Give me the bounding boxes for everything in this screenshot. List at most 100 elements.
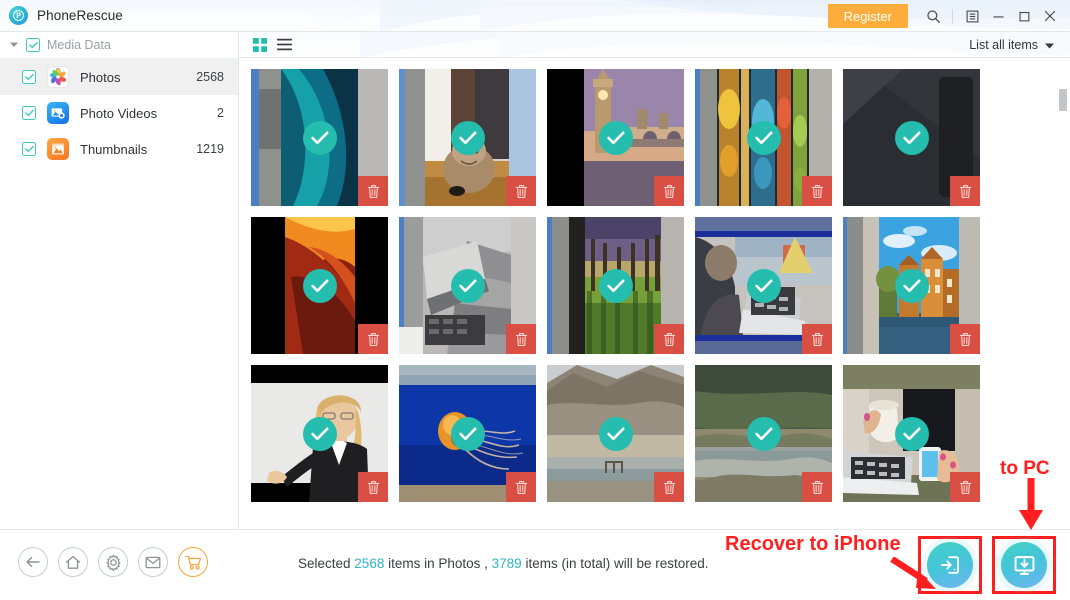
delete-thumbnail-button[interactable]: [358, 176, 388, 206]
phonerescue-logo-icon: P: [9, 6, 28, 25]
mail-icon[interactable]: [138, 547, 168, 577]
grid-view-icon[interactable]: [253, 37, 267, 52]
delete-thumbnail-button[interactable]: [358, 472, 388, 502]
sidebar-item-photo-videos[interactable]: Photo Videos 2: [0, 95, 238, 131]
sidebar-item-count: 2568: [196, 70, 224, 84]
delete-thumbnail-button[interactable]: [802, 324, 832, 354]
register-button[interactable]: Register: [827, 4, 908, 28]
selected-check-icon[interactable]: [598, 416, 633, 451]
selected-check-icon[interactable]: [450, 120, 485, 155]
selected-check-icon[interactable]: [894, 416, 929, 451]
sidebar-item-photos[interactable]: Photos 2568: [0, 59, 238, 95]
close-icon[interactable]: [1037, 0, 1063, 31]
thumbnail-cell[interactable]: [695, 217, 832, 354]
delete-thumbnail-button[interactable]: [654, 176, 684, 206]
thumbnail-cell[interactable]: [399, 365, 536, 502]
view-mode-switch: [253, 37, 292, 52]
thumbnail-cell[interactable]: [399, 217, 536, 354]
delete-thumbnail-button[interactable]: [950, 324, 980, 354]
delete-thumbnail-button[interactable]: [950, 472, 980, 502]
thumbnail-cell[interactable]: [695, 365, 832, 502]
selected-check-icon[interactable]: [894, 120, 929, 155]
toolbar-divider: [952, 8, 953, 24]
list-all-items-dropdown[interactable]: List all items: [969, 38, 1054, 52]
status-selected-count: 2568: [354, 556, 385, 571]
thumbnail-cell[interactable]: [251, 217, 388, 354]
media-data-label: Media Data: [47, 38, 111, 52]
selected-check-icon[interactable]: [302, 416, 337, 451]
selected-check-icon[interactable]: [746, 416, 781, 451]
thumbnail-cell[interactable]: [843, 69, 980, 206]
delete-thumbnail-button[interactable]: [802, 472, 832, 502]
photos-app-icon: [47, 66, 69, 88]
selected-check-icon[interactable]: [302, 268, 337, 303]
sidebar: Media Data Photos 2568 Photo Videos 2 Th…: [0, 32, 239, 529]
thumbnails-checkbox[interactable]: [22, 142, 36, 156]
sidebar-group-media-data[interactable]: Media Data: [0, 32, 238, 59]
maximize-icon[interactable]: [1011, 0, 1037, 31]
delete-thumbnail-button[interactable]: [950, 176, 980, 206]
app-title: PhoneRescue: [37, 8, 123, 23]
chevron-down-icon[interactable]: [1045, 38, 1054, 52]
thumbnail-cell[interactable]: [547, 217, 684, 354]
recover-to-pc-highlight: [992, 536, 1056, 594]
content-area: List all items: [240, 32, 1070, 529]
search-icon[interactable]: [920, 0, 946, 31]
selected-check-icon[interactable]: [598, 268, 633, 303]
delete-thumbnail-button[interactable]: [358, 324, 388, 354]
list-all-items-label: List all items: [969, 37, 1038, 52]
photo-videos-icon: [47, 102, 69, 124]
gear-icon[interactable]: [98, 547, 128, 577]
selected-check-icon[interactable]: [746, 120, 781, 155]
back-icon[interactable]: [18, 547, 48, 577]
thumbnail-cell[interactable]: [843, 365, 980, 502]
selected-check-icon[interactable]: [302, 120, 337, 155]
delete-thumbnail-button[interactable]: [654, 472, 684, 502]
scrollbar-thumb[interactable]: [1059, 89, 1067, 111]
recover-to-device-highlight: [918, 536, 982, 594]
media-data-checkbox[interactable]: [26, 38, 40, 52]
status-suffix: items (in total) will be restored.: [521, 556, 709, 571]
caret-down-icon[interactable]: [9, 40, 19, 50]
selected-check-icon[interactable]: [894, 268, 929, 303]
phonerescue-window: P PhoneRescue Register Media Data Photos…: [0, 0, 1070, 600]
delete-thumbnail-button[interactable]: [506, 472, 536, 502]
sidebar-item-count: 1219: [196, 142, 224, 156]
bottom-icon-group: [18, 547, 208, 577]
content-scrollbar[interactable]: [1059, 89, 1067, 529]
delete-thumbnail-button[interactable]: [654, 324, 684, 354]
selected-check-icon[interactable]: [598, 120, 633, 155]
minimize-icon[interactable]: [985, 0, 1011, 31]
title-bar: P PhoneRescue Register: [0, 0, 1070, 32]
thumbnail-cell[interactable]: [547, 365, 684, 502]
delete-thumbnail-button[interactable]: [506, 324, 536, 354]
thumbnail-grid-container: [240, 59, 1070, 529]
toolbar-wave-decoration: [360, 32, 1070, 57]
menu-icon[interactable]: [959, 0, 985, 31]
delete-thumbnail-button[interactable]: [802, 176, 832, 206]
recover-to-device-icon[interactable]: [927, 542, 973, 588]
selected-check-icon[interactable]: [450, 268, 485, 303]
status-total-count: 3789: [491, 556, 522, 571]
sidebar-item-label: Photos: [80, 69, 121, 85]
photo-videos-checkbox[interactable]: [22, 106, 36, 120]
selected-check-icon[interactable]: [450, 416, 485, 451]
sidebar-item-thumbnails[interactable]: Thumbnails 1219: [0, 131, 238, 167]
cart-icon[interactable]: [178, 547, 208, 577]
thumbnail-cell[interactable]: [251, 365, 388, 502]
thumbnail-cell[interactable]: [695, 69, 832, 206]
photos-checkbox[interactable]: [22, 70, 36, 84]
delete-thumbnail-button[interactable]: [506, 176, 536, 206]
recover-to-pc-icon[interactable]: [1001, 542, 1047, 588]
thumbnail-cell[interactable]: [547, 69, 684, 206]
sidebar-item-label: Thumbnails: [80, 141, 148, 157]
thumbnail-cell[interactable]: [843, 217, 980, 354]
list-view-icon[interactable]: [277, 38, 292, 51]
thumbnail-cell[interactable]: [251, 69, 388, 206]
status-middle: items in Photos ,: [384, 556, 492, 571]
home-icon[interactable]: [58, 547, 88, 577]
thumbnail-cell[interactable]: [399, 69, 536, 206]
window-controls: Register: [827, 0, 1070, 31]
selected-check-icon[interactable]: [746, 268, 781, 303]
status-text: Selected 2568 items in Photos , 3789 ite…: [298, 556, 709, 571]
